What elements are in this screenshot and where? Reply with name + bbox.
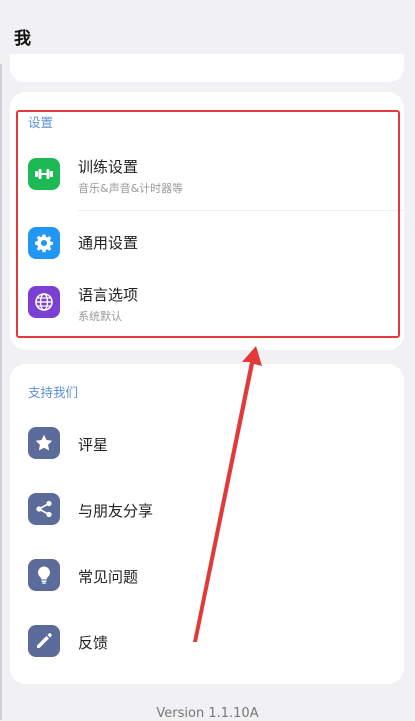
version-label: Version 1.1.10A xyxy=(156,706,259,721)
annotation-arrow xyxy=(193,346,262,642)
